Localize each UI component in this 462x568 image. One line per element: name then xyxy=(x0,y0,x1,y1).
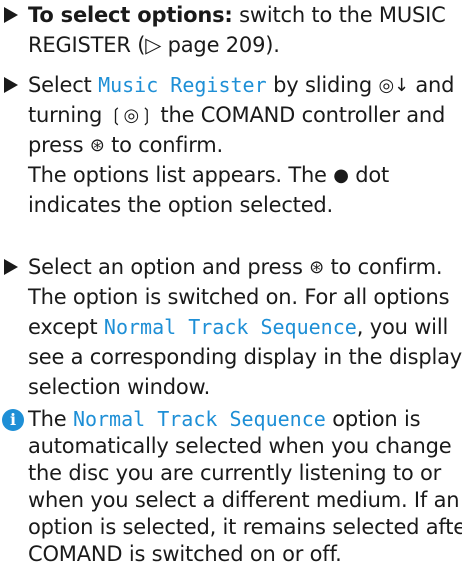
turn-controller-icon: ❲◎❳ xyxy=(108,105,154,126)
info-icon: i xyxy=(2,409,24,431)
step-3-line-4: see a corresponding display in the displ… xyxy=(28,345,462,369)
step-2-line-1: Select Music Register by sliding ◎↓ and xyxy=(28,70,454,101)
normal-track-sequence-term: Normal Track Sequence xyxy=(72,407,326,431)
step-arrow-icon xyxy=(4,259,18,275)
normal-track-sequence-term: Normal Track Sequence xyxy=(103,315,357,339)
music-register-term: Music Register xyxy=(98,73,267,97)
step-arrow-icon xyxy=(4,7,18,23)
slide-down-icon: ◎↓ xyxy=(378,75,409,96)
info-line-6: COMAND is switched on or off. xyxy=(28,542,342,566)
press-controller-icon: ⊛ xyxy=(89,135,105,156)
step-2-line-5: indicates the option selected. xyxy=(28,193,334,217)
press-controller-icon: ⊛ xyxy=(309,257,325,278)
step-1-label: To select options: xyxy=(28,3,233,27)
dot-icon: ● xyxy=(333,165,349,186)
step-3-line-3: except Normal Track Sequence, you will xyxy=(28,315,449,339)
step-3-line-2: The option is switched on. For all optio… xyxy=(28,285,450,309)
info-line-1: The Normal Track Sequence option is xyxy=(28,407,421,431)
step-2-line-3: press ⊛ to confirm. xyxy=(28,130,223,161)
step-arrow-icon xyxy=(4,77,18,93)
step-1-line-1: To select options: switch to the MUSIC xyxy=(28,3,446,27)
step-3-line-1: Select an option and press ⊛ to confirm. xyxy=(28,252,443,283)
info-line-2: automatically selected when you change xyxy=(28,434,452,458)
step-3-line-5: selection window. xyxy=(28,375,211,399)
step-2-line-4: The options list appears. The ● dot xyxy=(28,160,389,191)
manual-page: To select options: switch to the MUSIC R… xyxy=(0,0,462,568)
info-line-5: option is selected, it remains selected … xyxy=(28,515,462,539)
step-2-line-2: turning ❲◎❳ the COMAND controller and xyxy=(28,100,445,131)
info-line-4: when you select a different medium. If a… xyxy=(28,488,460,512)
step-1-line-2: REGISTER (▷ page 209). xyxy=(28,33,280,57)
info-line-3: the disc you are currently listening to … xyxy=(28,461,442,485)
